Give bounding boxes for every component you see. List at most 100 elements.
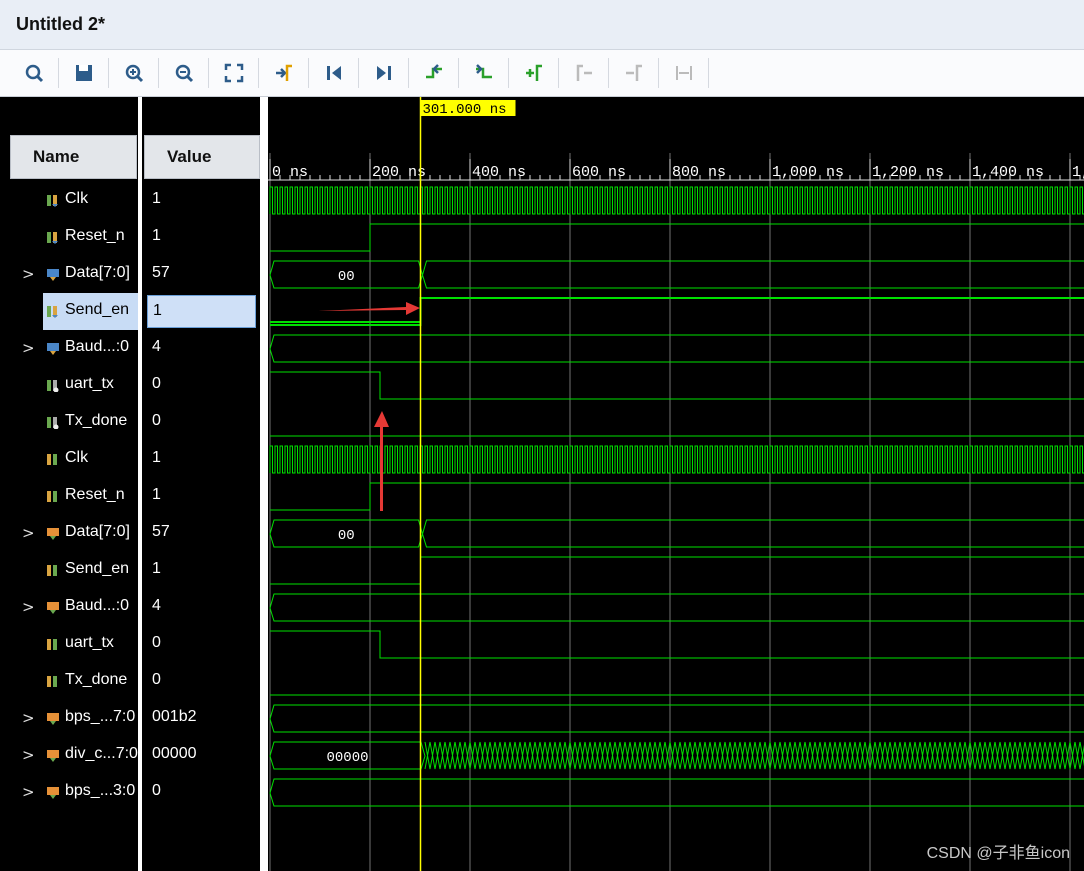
- signal-value: 0: [152, 375, 161, 392]
- signal-name: uart_tx: [65, 634, 114, 651]
- toolbar-separator: [508, 58, 509, 88]
- signal-row[interactable]: Clk: [0, 182, 138, 219]
- toolbar-separator: [558, 58, 559, 88]
- time-ruler-label: 800 ns: [672, 164, 726, 181]
- search-button[interactable]: [20, 59, 48, 87]
- signal-value-cell[interactable]: 1: [142, 441, 260, 478]
- signal-row[interactable]: Clk: [0, 441, 138, 478]
- toolbar-separator: [258, 58, 259, 88]
- time-ruler-label: 0 ns: [272, 164, 308, 181]
- toolbar-separator: [458, 58, 459, 88]
- signal-value-cell[interactable]: 1: [142, 182, 260, 219]
- signal-value: 1: [152, 560, 161, 577]
- name-column-header[interactable]: Name: [10, 135, 137, 179]
- clock-waveform: [269, 445, 1084, 474]
- time-cursor-label: 301.000 ns: [423, 102, 507, 118]
- signal-row[interactable]: Send_en: [43, 293, 138, 330]
- go-to-start-button[interactable]: [320, 59, 348, 87]
- previous-transition-button[interactable]: [420, 59, 448, 87]
- signal-value-cell[interactable]: 0: [142, 774, 260, 811]
- signal-row[interactable]: Send_en: [0, 552, 138, 589]
- signal-row[interactable]: Tx_done: [0, 404, 138, 441]
- signal-value: 1: [152, 449, 161, 466]
- bus-internal-icon: [47, 602, 59, 614]
- signal-name: uart_tx: [65, 375, 114, 392]
- next-transition-button[interactable]: [470, 59, 498, 87]
- bus-internal-icon: [47, 787, 59, 799]
- add-marker-icon: [526, 64, 542, 81]
- expand-chevron-icon[interactable]: >: [22, 339, 35, 357]
- signal-name: bps_...7:0: [65, 708, 136, 725]
- signal-row[interactable]: uart_tx: [0, 367, 138, 404]
- swap-cursors-button: [670, 59, 698, 87]
- signal-value-cell[interactable]: 0: [142, 626, 260, 663]
- signal-row[interactable]: Reset_n: [0, 478, 138, 515]
- signal-row[interactable]: > div_c...7:0: [0, 737, 138, 774]
- zoom-fit-icon: [224, 63, 244, 83]
- signal-row[interactable]: > Data[7:0]: [0, 515, 138, 552]
- signal-value-cell[interactable]: 57: [142, 515, 260, 552]
- signal-value-cell[interactable]: 1: [142, 219, 260, 256]
- signal-row[interactable]: > bps_...7:0: [0, 700, 138, 737]
- signal-value-cell[interactable]: 1: [142, 478, 260, 515]
- expand-chevron-icon[interactable]: >: [22, 265, 35, 283]
- expand-chevron-icon[interactable]: >: [22, 598, 35, 616]
- bus-toggle-waveform: [424, 741, 1084, 770]
- zoom-fit-button[interactable]: [220, 59, 248, 87]
- signal-row[interactable]: Reset_n: [0, 219, 138, 256]
- bit-waveform: [270, 482, 1084, 511]
- signal-value-cell[interactable]: 57: [142, 256, 260, 293]
- signal-value-cell[interactable]: 4: [142, 589, 260, 626]
- signal-value-cell[interactable]: 0: [142, 663, 260, 700]
- window-titlebar: Untitled 2*: [0, 0, 1084, 50]
- expand-chevron-icon[interactable]: >: [22, 746, 35, 764]
- signal-value: 00000: [152, 745, 197, 762]
- expand-chevron-icon[interactable]: >: [22, 783, 35, 801]
- toolbar-separator: [358, 58, 359, 88]
- signal-value-cell[interactable]: 1: [147, 295, 256, 328]
- time-ruler-label: 1,: [1072, 164, 1084, 181]
- waveform-area[interactable]: 0 ns 200 ns 400 ns 600 ns 800 ns 1,000 ns 1,20…: [268, 97, 1084, 871]
- add-marker-button[interactable]: [520, 59, 548, 87]
- signal-row[interactable]: > Baud...:0: [0, 589, 138, 626]
- zoom-in-button[interactable]: [120, 59, 148, 87]
- signal-value-cell[interactable]: 0: [142, 367, 260, 404]
- go-to-end-icon: [377, 66, 391, 80]
- signal-value-cell[interactable]: 4: [142, 330, 260, 367]
- signal-row[interactable]: > Data[7:0]: [0, 256, 138, 293]
- signal-row[interactable]: > Baud...:0: [0, 330, 138, 367]
- next-marker-icon: [626, 64, 642, 81]
- signal-row[interactable]: > bps_...3:0: [0, 774, 138, 811]
- signal-value-cell[interactable]: 1: [142, 552, 260, 589]
- signal-row[interactable]: uart_tx: [0, 626, 138, 663]
- value-column-header[interactable]: Value: [144, 135, 260, 179]
- signal-value-cell[interactable]: 0: [142, 404, 260, 441]
- signal-value-cell[interactable]: 001b2: [142, 700, 260, 737]
- search-icon: [25, 64, 44, 83]
- signal-value-pane: Value 1 1 57 1 4 0 0 1 1 57 1 4 0 0 001b2 00000 0: [142, 97, 260, 871]
- time-ruler-label: 200 ns: [372, 164, 426, 181]
- go-to-cursor-button[interactable]: [270, 59, 298, 87]
- swap-cursors-icon: [676, 66, 692, 80]
- signal-value: 0: [152, 782, 161, 799]
- bit-waveform: [270, 371, 1084, 400]
- signal-value: 57: [152, 264, 170, 281]
- save-button[interactable]: [70, 59, 98, 87]
- waveform-canvas[interactable]: 0 ns 200 ns 400 ns 600 ns 800 ns 1,000 ns 1,20…: [268, 97, 1084, 871]
- signal-value: 0: [152, 634, 161, 651]
- bit-input-icon: [47, 195, 58, 207]
- waveform-splitter[interactable]: [260, 97, 268, 871]
- expand-chevron-icon[interactable]: >: [22, 709, 35, 727]
- waveform-toolbar: [0, 50, 1084, 97]
- time-ruler-label: 1,200 ns: [872, 164, 944, 181]
- signal-value: 4: [152, 597, 161, 614]
- zoom-out-button[interactable]: [170, 59, 198, 87]
- bus-waveform: [421, 519, 1084, 548]
- zoom-in-icon: [125, 64, 144, 83]
- go-to-end-button[interactable]: [370, 59, 398, 87]
- signal-row[interactable]: Tx_done: [0, 663, 138, 700]
- signal-value-cell[interactable]: 00000: [142, 737, 260, 774]
- bus-waveform: [421, 260, 1084, 289]
- zoom-out-icon: [175, 64, 194, 83]
- expand-chevron-icon[interactable]: >: [22, 524, 35, 542]
